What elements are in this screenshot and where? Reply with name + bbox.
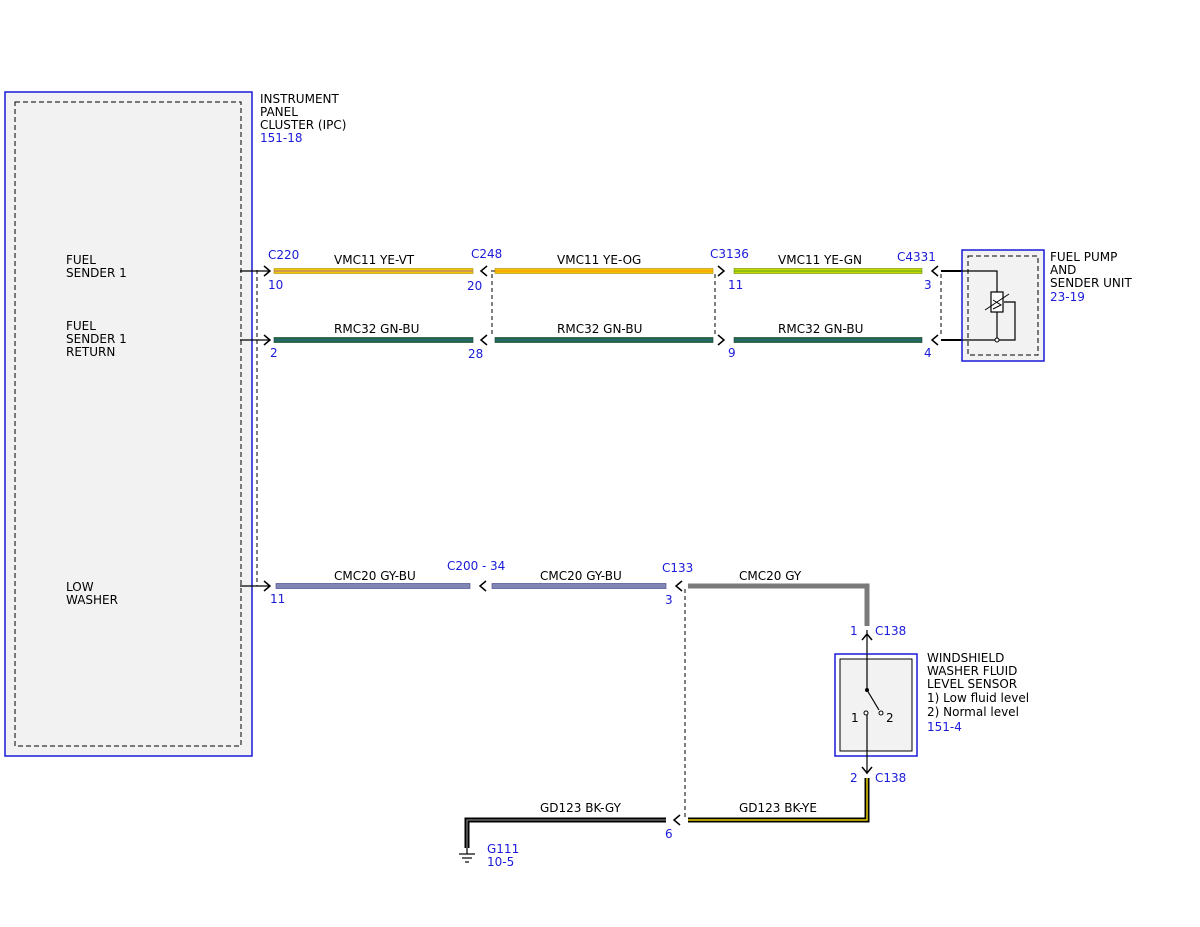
- pin-number: 10: [268, 278, 283, 292]
- washer-sensor-module[interactable]: [834, 653, 918, 757]
- connector-c4331[interactable]: C4331: [897, 250, 936, 264]
- pin-label-fuel-return: SENDER 1: [66, 332, 127, 346]
- circuit-label: CMC20 GY: [739, 569, 802, 583]
- pin-number: 3: [665, 593, 673, 607]
- pin-number: 3: [924, 278, 932, 292]
- washer-sensor-name-line: 1) Low fluid level: [927, 691, 1029, 705]
- pin-number: 2: [850, 771, 858, 785]
- fuel-pump-title: FUEL PUMP AND SENDER UNIT 23-19: [1050, 250, 1132, 304]
- pin-label-low-washer: WASHER: [66, 593, 118, 607]
- ground-icon: [459, 848, 475, 863]
- pin-arrow: [479, 334, 488, 346]
- pin-arrow: [672, 814, 681, 826]
- ground-name[interactable]: G111: [487, 842, 519, 856]
- switch-position-label: 2: [886, 711, 894, 725]
- connector-c133[interactable]: C133: [662, 561, 693, 575]
- circuit-label: VMC11 YE-GN: [778, 253, 862, 267]
- pin-label-fuel-sender: FUEL: [66, 253, 96, 267]
- washer-sensor-name-line: WINDSHIELD: [927, 651, 1004, 665]
- washer-sensor-name-line: WASHER FLUID: [927, 664, 1017, 678]
- switch-position-label: 1: [851, 711, 859, 725]
- pin-number: 6: [665, 827, 673, 841]
- pin-label-fuel-return: FUEL: [66, 319, 96, 333]
- pin-arrow: [930, 334, 939, 346]
- pin-arrow: [717, 265, 726, 277]
- connector-c248[interactable]: C248: [471, 247, 502, 261]
- circuit-label: CMC20 GY-BU: [540, 569, 622, 583]
- ipc-name-line: CLUSTER (IPC): [260, 118, 346, 132]
- washer-sensor-ref[interactable]: 151-4: [927, 720, 962, 734]
- circuit-label: VMC11 YE-VT: [334, 253, 415, 267]
- washer-sensor-title: WINDSHIELD WASHER FLUID LEVEL SENSOR 1) …: [927, 651, 1029, 734]
- ground-ref[interactable]: 10-5: [487, 855, 514, 869]
- washer-sensor-name-line: LEVEL SENSOR: [927, 677, 1017, 691]
- circuit-label: RMC32 GN-BU: [557, 322, 642, 336]
- ipc-module[interactable]: [4, 91, 253, 757]
- pin-number: 20: [467, 279, 482, 293]
- circuit-low-washer[interactable]: [240, 580, 873, 654]
- circuit-label: CMC20 GY-BU: [334, 569, 416, 583]
- circuit-label: GD123 BK-YE: [739, 801, 817, 815]
- pin-number: 11: [270, 592, 285, 606]
- wiring-diagram: INSTRUMENT PANEL CLUSTER (IPC) 151-18 FU…: [4, 91, 1132, 869]
- circuit-label: GD123 BK-GY: [540, 801, 622, 815]
- pin-arrow: [717, 334, 726, 346]
- circuit-label: RMC32 GN-BU: [334, 322, 419, 336]
- pin-arrow: [479, 265, 488, 277]
- fuel-pump-module[interactable]: [961, 249, 1045, 362]
- ipc-title: INSTRUMENT PANEL CLUSTER (IPC) 151-18: [260, 92, 346, 145]
- pin-arrow: [478, 580, 487, 592]
- ipc-ref[interactable]: 151-18: [260, 131, 303, 145]
- pin-arrow: [674, 580, 683, 592]
- connector-c200-separator: -: [482, 559, 486, 573]
- pin-number: 11: [728, 278, 743, 292]
- fuel-pump-name-line: AND: [1050, 263, 1076, 277]
- pin-label-fuel-sender: SENDER 1: [66, 266, 127, 280]
- fuel-pump-name-line: SENDER UNIT: [1050, 276, 1132, 290]
- ipc-name-line: INSTRUMENT: [260, 92, 339, 106]
- circuit-fuel-sender[interactable]: [240, 265, 962, 277]
- connector-c3136[interactable]: C3136: [710, 247, 749, 261]
- circuit-label: VMC11 YE-OG: [557, 253, 641, 267]
- pin-number: 2: [270, 346, 278, 360]
- connector-c138-bottom[interactable]: C138: [875, 771, 906, 785]
- pin-number: 4: [924, 346, 932, 360]
- connector-c200-pin: 34: [490, 559, 505, 573]
- connector-c200[interactable]: C200: [447, 559, 478, 573]
- pin-number: 1: [850, 624, 858, 638]
- wire-gy: [688, 583, 870, 626]
- circuit-label: RMC32 GN-BU: [778, 322, 863, 336]
- pin-label-low-washer: LOW: [66, 580, 94, 594]
- ipc-name-line: PANEL: [260, 105, 298, 119]
- pin-number: 28: [468, 347, 483, 361]
- pin-number: 9: [728, 346, 736, 360]
- connector-c220[interactable]: C220: [268, 248, 299, 262]
- fuel-pump-name-line: FUEL PUMP: [1050, 250, 1117, 264]
- connector-c138-top[interactable]: C138: [875, 624, 906, 638]
- pin-label-fuel-return: RETURN: [66, 345, 115, 359]
- circuit-fuel-return[interactable]: [240, 334, 962, 346]
- fuel-pump-ref[interactable]: 23-19: [1050, 290, 1085, 304]
- pin-arrow: [930, 265, 939, 277]
- washer-sensor-name-line: 2) Normal level: [927, 705, 1019, 719]
